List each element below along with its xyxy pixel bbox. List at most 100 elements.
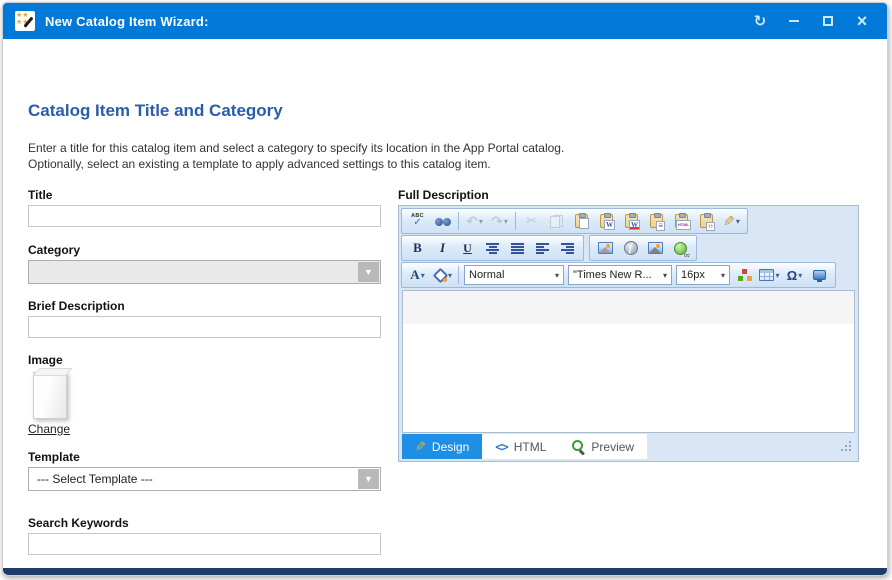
chevron-down-icon: ▾ bbox=[718, 271, 725, 280]
close-button[interactable] bbox=[849, 9, 875, 33]
font-name-select-value: "Times New R... bbox=[573, 269, 652, 281]
underline-icon bbox=[463, 241, 472, 256]
toolbar-separator bbox=[458, 212, 459, 230]
category-select[interactable]: ▼ bbox=[28, 260, 381, 284]
align-right-button[interactable] bbox=[555, 237, 580, 259]
paragraph-style-select[interactable]: Normal▾ bbox=[464, 265, 564, 285]
align-right-icon bbox=[561, 243, 574, 254]
page-title: Catalog Item Title and Category bbox=[28, 101, 283, 121]
tab-preview[interactable]: Preview bbox=[559, 434, 647, 459]
editor-mode-tabs: Design HTML Preview bbox=[401, 433, 856, 459]
paste-from-word-no-fonts-button[interactable] bbox=[619, 210, 644, 232]
table-button[interactable]: ▾ bbox=[757, 264, 782, 286]
editor-toolbars: ▾▾▾▾▾Normal▾"Times New R...▾16px▾▾▾ bbox=[401, 208, 856, 289]
hyperlink-manager-button[interactable] bbox=[668, 237, 693, 259]
change-image-link[interactable]: Change bbox=[28, 422, 70, 436]
chevron-down-icon[interactable]: ▼ bbox=[358, 262, 379, 282]
paste-as-html-icon bbox=[675, 214, 688, 228]
toolbar-separator bbox=[458, 266, 459, 284]
title-input[interactable] bbox=[28, 205, 381, 227]
find-icon bbox=[435, 216, 451, 227]
copy-button bbox=[544, 210, 569, 232]
toolbar-group bbox=[401, 235, 584, 261]
maximize-icon bbox=[823, 16, 833, 26]
font-color-icon bbox=[410, 267, 419, 283]
media-manager-icon bbox=[648, 242, 663, 254]
underline-button[interactable] bbox=[455, 237, 480, 259]
find-button[interactable] bbox=[430, 210, 455, 232]
tab-design[interactable]: Design bbox=[402, 434, 482, 459]
window-bottom-bar bbox=[3, 568, 887, 575]
paragraph-style-select-value: Normal bbox=[469, 269, 504, 281]
tab-html-label: HTML bbox=[514, 440, 547, 454]
title-label: Title bbox=[28, 188, 52, 202]
chevron-down-icon[interactable]: ▼ bbox=[358, 469, 379, 489]
intro-line-2: Optionally, select an existing a templat… bbox=[28, 156, 564, 172]
font-color-button[interactable]: ▾ bbox=[405, 264, 430, 286]
maximize-button[interactable] bbox=[815, 9, 841, 33]
paste-icon bbox=[575, 214, 588, 228]
pencil-icon bbox=[415, 439, 426, 455]
window-controls bbox=[747, 9, 875, 33]
flash-manager-icon bbox=[624, 241, 638, 255]
brief-description-input[interactable] bbox=[28, 316, 381, 338]
template-select[interactable]: --- Select Template --- ▼ bbox=[28, 467, 381, 491]
undo-icon bbox=[466, 213, 478, 230]
symbol-button[interactable]: ▾ bbox=[782, 264, 807, 286]
dropdown-arrow-icon: ▾ bbox=[775, 271, 779, 280]
toolbar-row: ▾▾Normal▾"Times New R...▾16px▾▾▾ bbox=[401, 262, 856, 288]
wizard-app-icon bbox=[15, 11, 35, 31]
dropdown-arrow-icon: ▾ bbox=[504, 217, 508, 226]
tab-design-label: Design bbox=[432, 440, 469, 454]
resize-grip-icon[interactable] bbox=[841, 441, 851, 451]
module-manager-button[interactable] bbox=[807, 264, 832, 286]
paste-plain-text-button[interactable] bbox=[644, 210, 669, 232]
spellcheck-icon bbox=[411, 214, 424, 229]
image-label: Image bbox=[28, 353, 63, 367]
align-center-button[interactable] bbox=[480, 237, 505, 259]
flash-manager-button[interactable] bbox=[618, 237, 643, 259]
dropdown-arrow-icon: ▾ bbox=[736, 217, 740, 226]
css-class-icon bbox=[738, 269, 752, 281]
align-center-icon bbox=[486, 243, 499, 254]
italic-button[interactable] bbox=[430, 237, 455, 259]
font-size-select[interactable]: 16px▾ bbox=[676, 265, 730, 285]
paste-as-html-button[interactable] bbox=[669, 210, 694, 232]
editor-content-area[interactable] bbox=[402, 290, 855, 433]
tab-html[interactable]: HTML bbox=[482, 434, 559, 459]
refresh-button[interactable] bbox=[747, 9, 773, 33]
image-manager-icon bbox=[598, 242, 613, 254]
font-name-select[interactable]: "Times New R...▾ bbox=[568, 265, 672, 285]
minimize-button[interactable] bbox=[781, 9, 807, 33]
minimize-icon bbox=[789, 20, 799, 22]
css-class-button[interactable] bbox=[732, 264, 757, 286]
tab-preview-label: Preview bbox=[591, 440, 634, 454]
template-label: Template bbox=[28, 450, 80, 464]
cut-icon bbox=[526, 213, 537, 229]
module-manager-icon bbox=[813, 270, 826, 280]
toolbar-row: ▾ ▾ ▾ bbox=[401, 208, 856, 234]
undo-button: ▾ bbox=[462, 210, 487, 232]
align-left-button[interactable] bbox=[530, 237, 555, 259]
paste-from-word-icon bbox=[600, 214, 613, 228]
catalog-item-image bbox=[33, 368, 71, 418]
justify-button[interactable] bbox=[505, 237, 530, 259]
dropdown-arrow-icon: ▾ bbox=[479, 217, 483, 226]
paste-html-icon bbox=[700, 214, 713, 228]
search-keywords-input[interactable] bbox=[28, 533, 381, 555]
image-manager-button[interactable] bbox=[593, 237, 618, 259]
format-stripper-button[interactable]: ▾ bbox=[719, 210, 744, 232]
full-description-label: Full Description bbox=[398, 188, 489, 202]
bold-button[interactable] bbox=[405, 237, 430, 259]
rich-text-editor: ▾▾▾▾▾Normal▾"Times New R...▾16px▾▾▾ Desi… bbox=[398, 205, 859, 462]
background-color-button[interactable]: ▾ bbox=[430, 264, 455, 286]
media-manager-button[interactable] bbox=[643, 237, 668, 259]
paste-from-word-button[interactable] bbox=[594, 210, 619, 232]
redo-button: ▾ bbox=[487, 210, 512, 232]
window-title: New Catalog Item Wizard: bbox=[45, 14, 209, 29]
cut-button bbox=[519, 210, 544, 232]
paste-button[interactable] bbox=[569, 210, 594, 232]
paste-html-button[interactable] bbox=[694, 210, 719, 232]
spellcheck-button[interactable] bbox=[405, 210, 430, 232]
intro-text: Enter a title for this catalog item and … bbox=[28, 140, 564, 172]
